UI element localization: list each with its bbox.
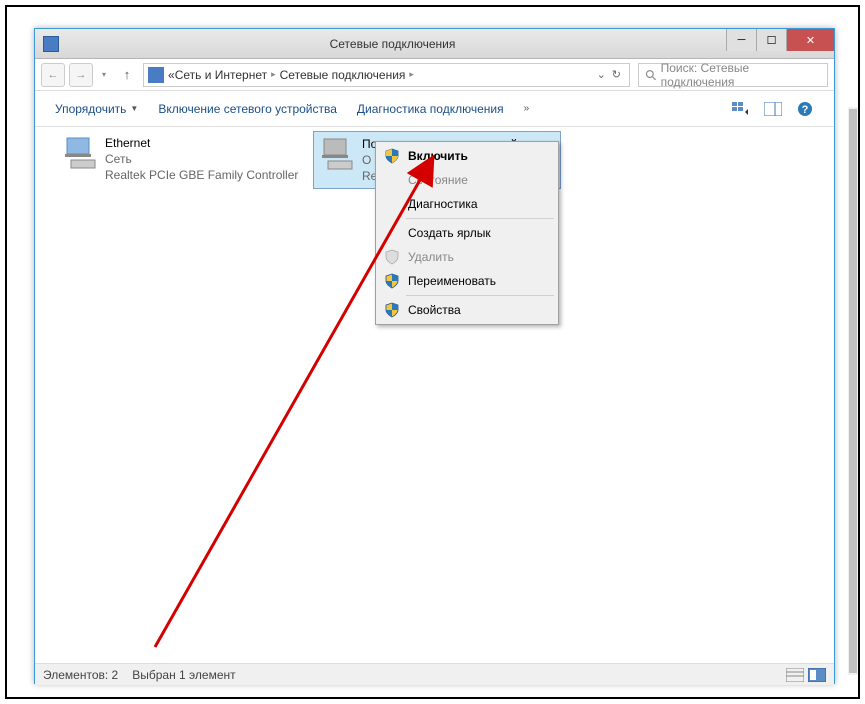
menu-enable[interactable]: Включить	[378, 144, 556, 168]
network-adapter-icon	[318, 136, 362, 174]
status-bar: Элементов: 2 Выбран 1 элемент	[35, 663, 834, 685]
refresh-icon[interactable]: ↻	[612, 68, 621, 81]
search-placeholder: Поиск: Сетевые подключения	[661, 61, 821, 89]
menu-separator	[406, 218, 554, 219]
search-input[interactable]: Поиск: Сетевые подключения	[638, 63, 828, 87]
location-icon	[148, 67, 164, 83]
organize-menu[interactable]: Упорядочить▼	[47, 98, 146, 120]
menu-status: Состояние	[378, 168, 556, 192]
navigation-bar: ← → ▾ ↑ « Сеть и Интернет ▸ Сетевые подк…	[35, 59, 834, 91]
network-connections-window: Сетевые подключения ─ ☐ ✕ ← → ▾ ↑ « Сеть…	[34, 28, 835, 684]
connection-ethernet[interactable]: Ethernet Сеть Realtek PCIe GBE Family Co…	[57, 131, 307, 187]
history-dropdown[interactable]: ▾	[97, 70, 111, 79]
context-menu: Включить Состояние Диагностика Создать я…	[375, 141, 559, 325]
breadcrumb-prefix: «	[168, 68, 175, 82]
menu-delete: Удалить	[378, 245, 556, 269]
shield-icon	[384, 148, 400, 164]
shield-icon	[384, 249, 400, 265]
breadcrumb-item[interactable]: Сетевые подключения	[280, 68, 406, 82]
search-icon	[645, 69, 657, 81]
selected-count: Выбран 1 элемент	[132, 668, 235, 682]
connection-title: Ethernet	[105, 135, 298, 151]
view-options-button[interactable]	[730, 98, 752, 120]
shield-icon	[384, 273, 400, 289]
diagnostics-button[interactable]: Диагностика подключения	[349, 98, 512, 120]
menu-properties[interactable]: Свойства	[378, 298, 556, 322]
details-view-icon[interactable]	[786, 668, 804, 682]
shield-icon	[384, 302, 400, 318]
breadcrumb-separator: ▸	[271, 69, 276, 80]
menu-create-shortcut[interactable]: Создать ярлык	[378, 221, 556, 245]
items-count: Элементов: 2	[43, 668, 118, 682]
window-title: Сетевые подключения	[59, 37, 726, 51]
address-dropdown-icon[interactable]: ⌄	[597, 68, 606, 81]
minimize-button[interactable]: ─	[726, 29, 756, 51]
help-button[interactable]: ?	[794, 98, 816, 120]
menu-diagnose[interactable]: Диагностика	[378, 192, 556, 216]
maximize-button[interactable]: ☐	[756, 29, 786, 51]
breadcrumb-item[interactable]: Сеть и Интернет	[175, 68, 267, 82]
menu-separator	[406, 295, 554, 296]
svg-text:?: ?	[802, 104, 809, 116]
address-bar[interactable]: « Сеть и Интернет ▸ Сетевые подключения …	[143, 63, 630, 87]
close-button[interactable]: ✕	[786, 29, 834, 51]
content-area[interactable]: Ethernet Сеть Realtek PCIe GBE Family Co…	[35, 127, 834, 663]
menu-rename[interactable]: Переименовать	[378, 269, 556, 293]
connection-adapter: Realtek PCIe GBE Family Controller	[105, 167, 298, 183]
window-icon	[43, 36, 59, 52]
up-button[interactable]: ↑	[115, 63, 139, 87]
forward-button[interactable]: →	[69, 63, 93, 87]
connection-network: Сеть	[105, 151, 298, 167]
titlebar[interactable]: Сетевые подключения ─ ☐ ✕	[35, 29, 834, 59]
vertical-scrollbar[interactable]	[848, 107, 858, 675]
back-button[interactable]: ←	[41, 63, 65, 87]
network-adapter-icon	[61, 135, 105, 173]
large-icons-view-icon[interactable]	[808, 668, 826, 682]
toolbar-overflow[interactable]: »	[516, 103, 538, 114]
command-bar: Упорядочить▼ Включение сетевого устройст…	[35, 91, 834, 127]
enable-device-button[interactable]: Включение сетевого устройства	[150, 98, 345, 120]
breadcrumb-separator: ▸	[409, 69, 414, 80]
preview-pane-button[interactable]	[762, 98, 784, 120]
